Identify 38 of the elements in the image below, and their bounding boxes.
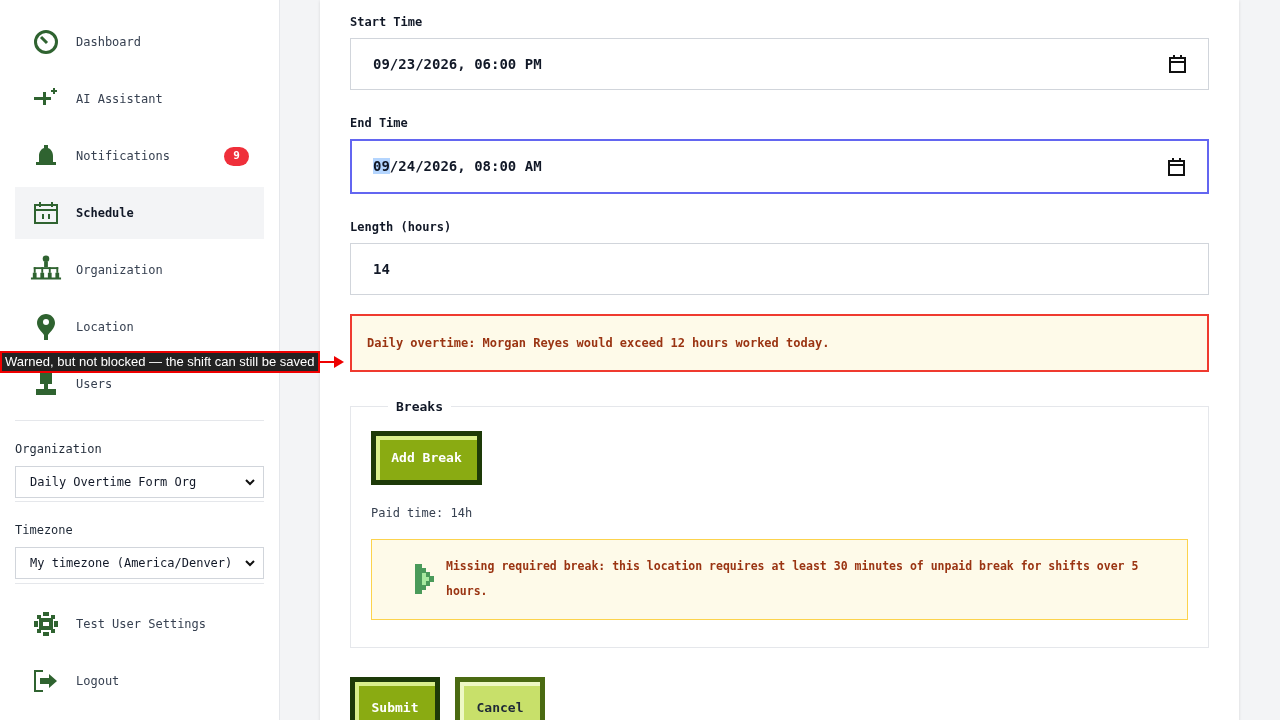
number-field[interactable]: 14 [350,243,1209,295]
field-label: Organization [15,441,103,458]
user-icon [33,371,59,397]
calendar-icon[interactable] [1168,157,1185,176]
paid-time-text: Paid time: 14h [371,504,474,520]
overtime-warning: Daily overtime: Morgan Reyes would exceed 12 hours worked today. [350,314,1209,372]
field-label: End Time [350,115,409,132]
chevron-down-icon [245,559,255,567]
nav-item[interactable]: Organization [15,244,264,296]
chevron-down-icon [245,478,255,486]
select-dropdown[interactable]: My timezone (America/Denver) [15,547,264,579]
calendar-icon [33,201,59,225]
nav-item[interactable]: Location [15,301,264,353]
missing-break-alert: Missing required break: this location requires at least 30 minutes of unpaid break for shifts over 5 hours. [371,538,1188,620]
nav-item[interactable]: Logout [15,655,264,707]
date-time-field[interactable]: 09/24/2026, 08:00 AM [350,139,1209,194]
select-dropdown[interactable]: Daily Overtime Form Org [15,466,264,498]
count-badge: 9 [224,146,249,166]
logout-icon [33,669,59,693]
date-time-field[interactable]: 09/23/2026, 06:00 PM [350,38,1209,90]
field-label: Start Time [350,14,424,31]
nav-item[interactable]: Test User Settings [15,598,264,650]
calendar-icon[interactable] [1169,55,1186,73]
nav-item[interactable]: Notifications 9 [15,130,264,182]
map-pin-icon [35,313,57,341]
gear-icon [34,612,58,636]
play-icon [414,563,436,595]
nav-item[interactable]: AI Assistant [15,73,264,125]
field-label: Length (hours) [350,219,453,236]
nav-item[interactable]: Dashboard [15,16,264,68]
nav-item[interactable]: Schedule [15,187,264,239]
annotation-tooltip: Warned, but not blocked — the shift can still be saved [0,351,320,373]
text-selection: 09 [373,158,390,174]
cancel-button[interactable]: Cancel [455,677,545,720]
gauge-icon [33,29,59,55]
annotation-arrow [319,356,344,368]
section-legend: Breaks [388,397,451,417]
field-label: Timezone [15,522,74,539]
